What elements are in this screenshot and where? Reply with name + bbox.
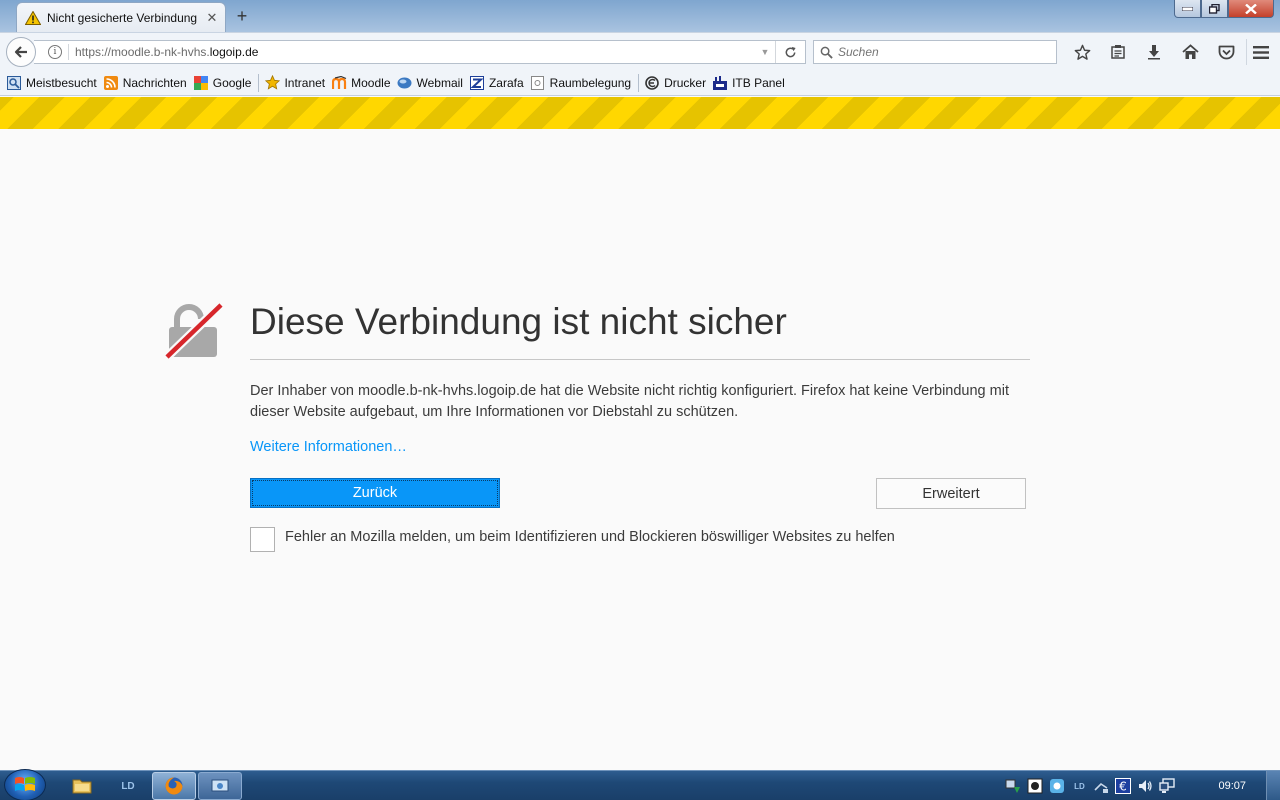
show-desktop-button[interactable] bbox=[1266, 771, 1280, 800]
url-separator bbox=[68, 44, 69, 60]
title-divider bbox=[250, 359, 1030, 360]
navigation-toolbar: i https://moodle.b-nk-hvhs.logoip.de ▼ bbox=[0, 32, 1280, 70]
report-checkbox[interactable] bbox=[250, 527, 275, 552]
search-bar[interactable] bbox=[813, 40, 1057, 64]
ld-icon[interactable]: LD bbox=[106, 772, 150, 800]
tab-strip: Nicht gesicherte Verbindung ✕ + bbox=[0, 0, 1280, 32]
network-shield-icon[interactable] bbox=[1004, 777, 1022, 795]
remote-app-icon[interactable] bbox=[198, 772, 242, 800]
new-tab-button[interactable]: + bbox=[232, 6, 252, 26]
advanced-button[interactable]: Erweitert bbox=[876, 478, 1026, 509]
url-text[interactable]: https://moodle.b-nk-hvhs.logoip.de bbox=[75, 45, 755, 59]
bookmark-google[interactable]: Google bbox=[191, 72, 256, 94]
back-button[interactable] bbox=[6, 37, 36, 67]
url-host: logoip.de bbox=[209, 45, 259, 59]
close-icon[interactable]: ✕ bbox=[203, 9, 221, 27]
bookmark-separator bbox=[638, 73, 640, 92]
reload-icon[interactable] bbox=[775, 41, 805, 63]
star-icon bbox=[264, 75, 280, 91]
url-prefix: https://moodle.b-nk-hvhs. bbox=[75, 45, 210, 59]
itb-icon bbox=[712, 75, 728, 91]
bookmarks-toolbar: Meistbesucht Nachrichten Google Intranet… bbox=[0, 70, 1280, 96]
start-button[interactable] bbox=[4, 769, 46, 800]
svg-text:€: € bbox=[1120, 780, 1128, 794]
bookmark-intranet[interactable]: Intranet bbox=[262, 72, 329, 94]
bookmark-label: Raumbelegung bbox=[549, 75, 632, 90]
minimize-icon[interactable] bbox=[1174, 0, 1201, 18]
report-checkbox-label: Fehler an Mozilla melden, um beim Identi… bbox=[285, 529, 895, 545]
app-tray-icon[interactable] bbox=[1048, 777, 1066, 795]
zarafa-icon bbox=[469, 75, 485, 91]
download-icon[interactable] bbox=[1136, 39, 1172, 65]
volume-icon[interactable] bbox=[1136, 777, 1154, 795]
explorer-icon[interactable] bbox=[60, 772, 104, 800]
back-arrow-icon bbox=[14, 46, 27, 58]
bookmark-label: Google bbox=[212, 75, 252, 90]
ld-tray-icon[interactable]: LD bbox=[1070, 777, 1088, 795]
bookmark-label: ITB Panel bbox=[732, 75, 785, 90]
bookmark-label: Intranet bbox=[284, 75, 326, 90]
most-visited-icon bbox=[6, 75, 22, 91]
network-monitor-icon[interactable] bbox=[1158, 777, 1176, 795]
toolbar-buttons bbox=[1064, 39, 1244, 65]
window-controls bbox=[1174, 0, 1274, 18]
reading-list-icon[interactable] bbox=[1100, 39, 1136, 65]
page-title: Diese Verbindung ist nicht sicher bbox=[250, 301, 787, 342]
bookmark-label: Drucker bbox=[664, 75, 707, 90]
bookmark-raumbelegung[interactable]: Raumbelegung bbox=[528, 72, 635, 94]
back-button[interactable]: Zurück bbox=[250, 478, 500, 508]
bookmark-webmail[interactable]: Webmail bbox=[395, 72, 467, 94]
site-info-icon[interactable]: i bbox=[48, 45, 62, 59]
page-icon bbox=[530, 75, 546, 91]
close-icon[interactable] bbox=[1228, 0, 1274, 18]
security-icon[interactable] bbox=[1026, 777, 1044, 795]
clock[interactable]: 09:07 bbox=[1218, 780, 1246, 792]
bookmark-label: Moodle bbox=[351, 75, 391, 90]
broken-lock-icon bbox=[163, 301, 223, 361]
bookmark-moodle[interactable]: Moodle bbox=[329, 72, 394, 94]
search-icon bbox=[820, 46, 833, 59]
error-description: Der Inhaber von moodle.b-nk-hvhs.logoip.… bbox=[250, 383, 1009, 420]
moodle-icon bbox=[331, 75, 347, 91]
firefox-icon[interactable] bbox=[152, 772, 196, 800]
warning-stripe bbox=[0, 97, 1280, 129]
network-icon[interactable] bbox=[1092, 777, 1110, 795]
bookmark-label: Meistbesucht bbox=[26, 75, 97, 90]
star-icon[interactable] bbox=[1064, 39, 1100, 65]
maximize-icon[interactable] bbox=[1201, 0, 1228, 18]
more-info-link[interactable]: Weitere Informationen… bbox=[250, 439, 407, 455]
printer-icon bbox=[644, 75, 660, 91]
windows-taskbar: LD LD € 09:07 bbox=[0, 769, 1280, 800]
error-page: Diese Verbindung ist nicht sicher Der In… bbox=[0, 129, 1280, 770]
rss-icon bbox=[103, 75, 119, 91]
home-icon[interactable] bbox=[1172, 39, 1208, 65]
bookmark-drucker[interactable]: Drucker bbox=[642, 72, 710, 94]
windows-logo-icon bbox=[15, 777, 35, 791]
bookmark-separator bbox=[258, 73, 260, 92]
webmail-icon bbox=[397, 75, 413, 91]
google-icon bbox=[193, 75, 209, 91]
euro-icon[interactable]: € bbox=[1114, 777, 1132, 795]
bookmark-label: Nachrichten bbox=[122, 75, 187, 90]
url-bar[interactable]: i https://moodle.b-nk-hvhs.logoip.de ▼ bbox=[34, 40, 806, 64]
tab-title: Nicht gesicherte Verbindung bbox=[47, 10, 198, 25]
pocket-icon[interactable] bbox=[1208, 39, 1244, 65]
bookmark-label: Zarafa bbox=[488, 75, 524, 90]
bookmark-label: Webmail bbox=[416, 75, 463, 90]
system-tray: LD € 09:07 bbox=[1002, 771, 1280, 800]
hamburger-menu-icon[interactable] bbox=[1246, 39, 1274, 65]
bookmark-zarafa[interactable]: Zarafa bbox=[467, 72, 528, 94]
search-input[interactable] bbox=[838, 45, 1038, 59]
bookmark-meistbesucht[interactable]: Meistbesucht bbox=[4, 72, 101, 94]
warning-triangle-icon bbox=[25, 10, 41, 25]
tab-active[interactable]: Nicht gesicherte Verbindung ✕ bbox=[16, 2, 226, 32]
bookmark-itb-panel[interactable]: ITB Panel bbox=[710, 72, 789, 94]
bookmark-nachrichten[interactable]: Nachrichten bbox=[101, 72, 191, 94]
history-dropdown-icon[interactable]: ▼ bbox=[755, 47, 775, 57]
